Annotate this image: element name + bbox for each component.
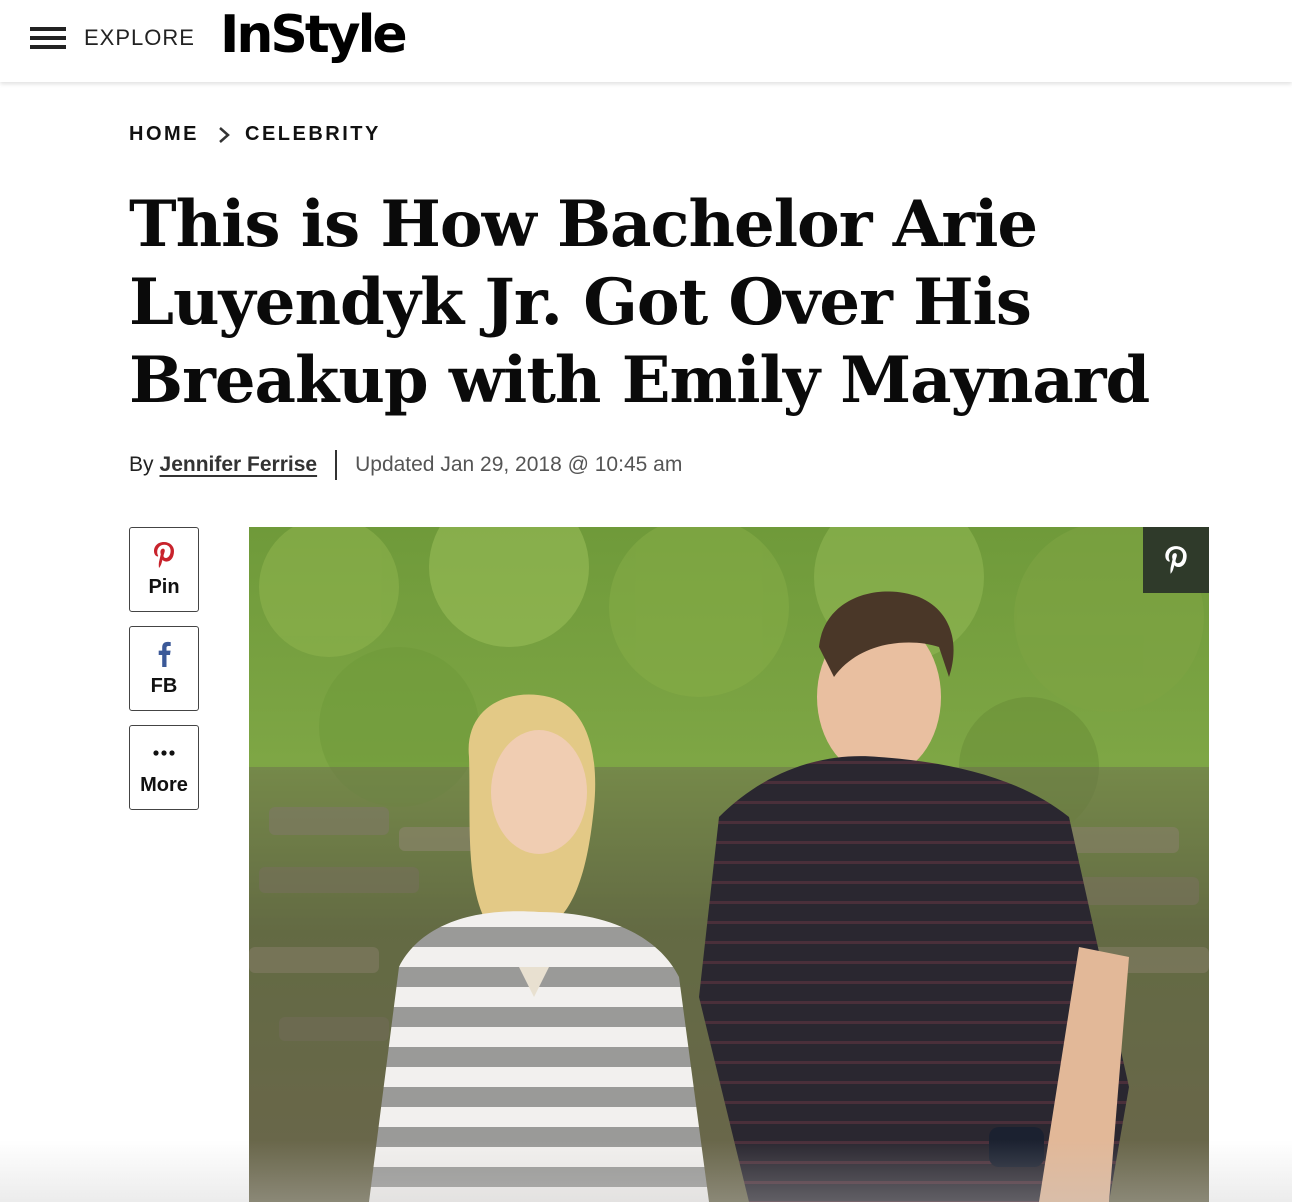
chevron-right-icon <box>219 126 230 143</box>
breadcrumb-celebrity[interactable]: CELEBRITY <box>245 123 381 146</box>
facebook-icon <box>130 639 198 669</box>
pin-share-button[interactable]: Pin <box>129 527 199 612</box>
more-share-button[interactable]: More <box>129 725 199 810</box>
author-link[interactable]: Jennifer Ferrise <box>160 453 318 477</box>
fb-label: FB <box>150 675 178 697</box>
hero-image <box>249 527 1209 1202</box>
updated-timestamp: Updated Jan 29, 2018 @ 10:45 am <box>355 453 683 476</box>
breadcrumb-home[interactable]: HOME <box>129 123 199 146</box>
site-header: EXPLORE InStyle <box>0 0 1292 82</box>
instyle-logo[interactable]: InStyle <box>220 4 408 66</box>
pin-label: Pin <box>148 576 180 598</box>
byline-prefix: By <box>129 453 154 476</box>
byline: By Jennifer Ferrise Updated Jan 29, 2018… <box>129 450 682 480</box>
pinterest-save-icon <box>1165 546 1187 574</box>
explore-menu-label[interactable]: EXPLORE <box>84 25 195 51</box>
image-pin-button[interactable] <box>1143 527 1209 593</box>
more-label: More <box>140 774 188 796</box>
pinterest-icon <box>130 540 198 570</box>
facebook-share-button[interactable]: FB <box>129 626 199 711</box>
breadcrumb: HOME CELEBRITY <box>129 123 381 146</box>
hamburger-menu-icon[interactable] <box>30 27 66 51</box>
more-dots-icon <box>130 738 198 768</box>
byline-divider <box>335 450 338 480</box>
article-title: This is How Bachelor Arie Luyendyk Jr. G… <box>129 187 1150 418</box>
hero-photo-illustration <box>249 527 1209 1202</box>
